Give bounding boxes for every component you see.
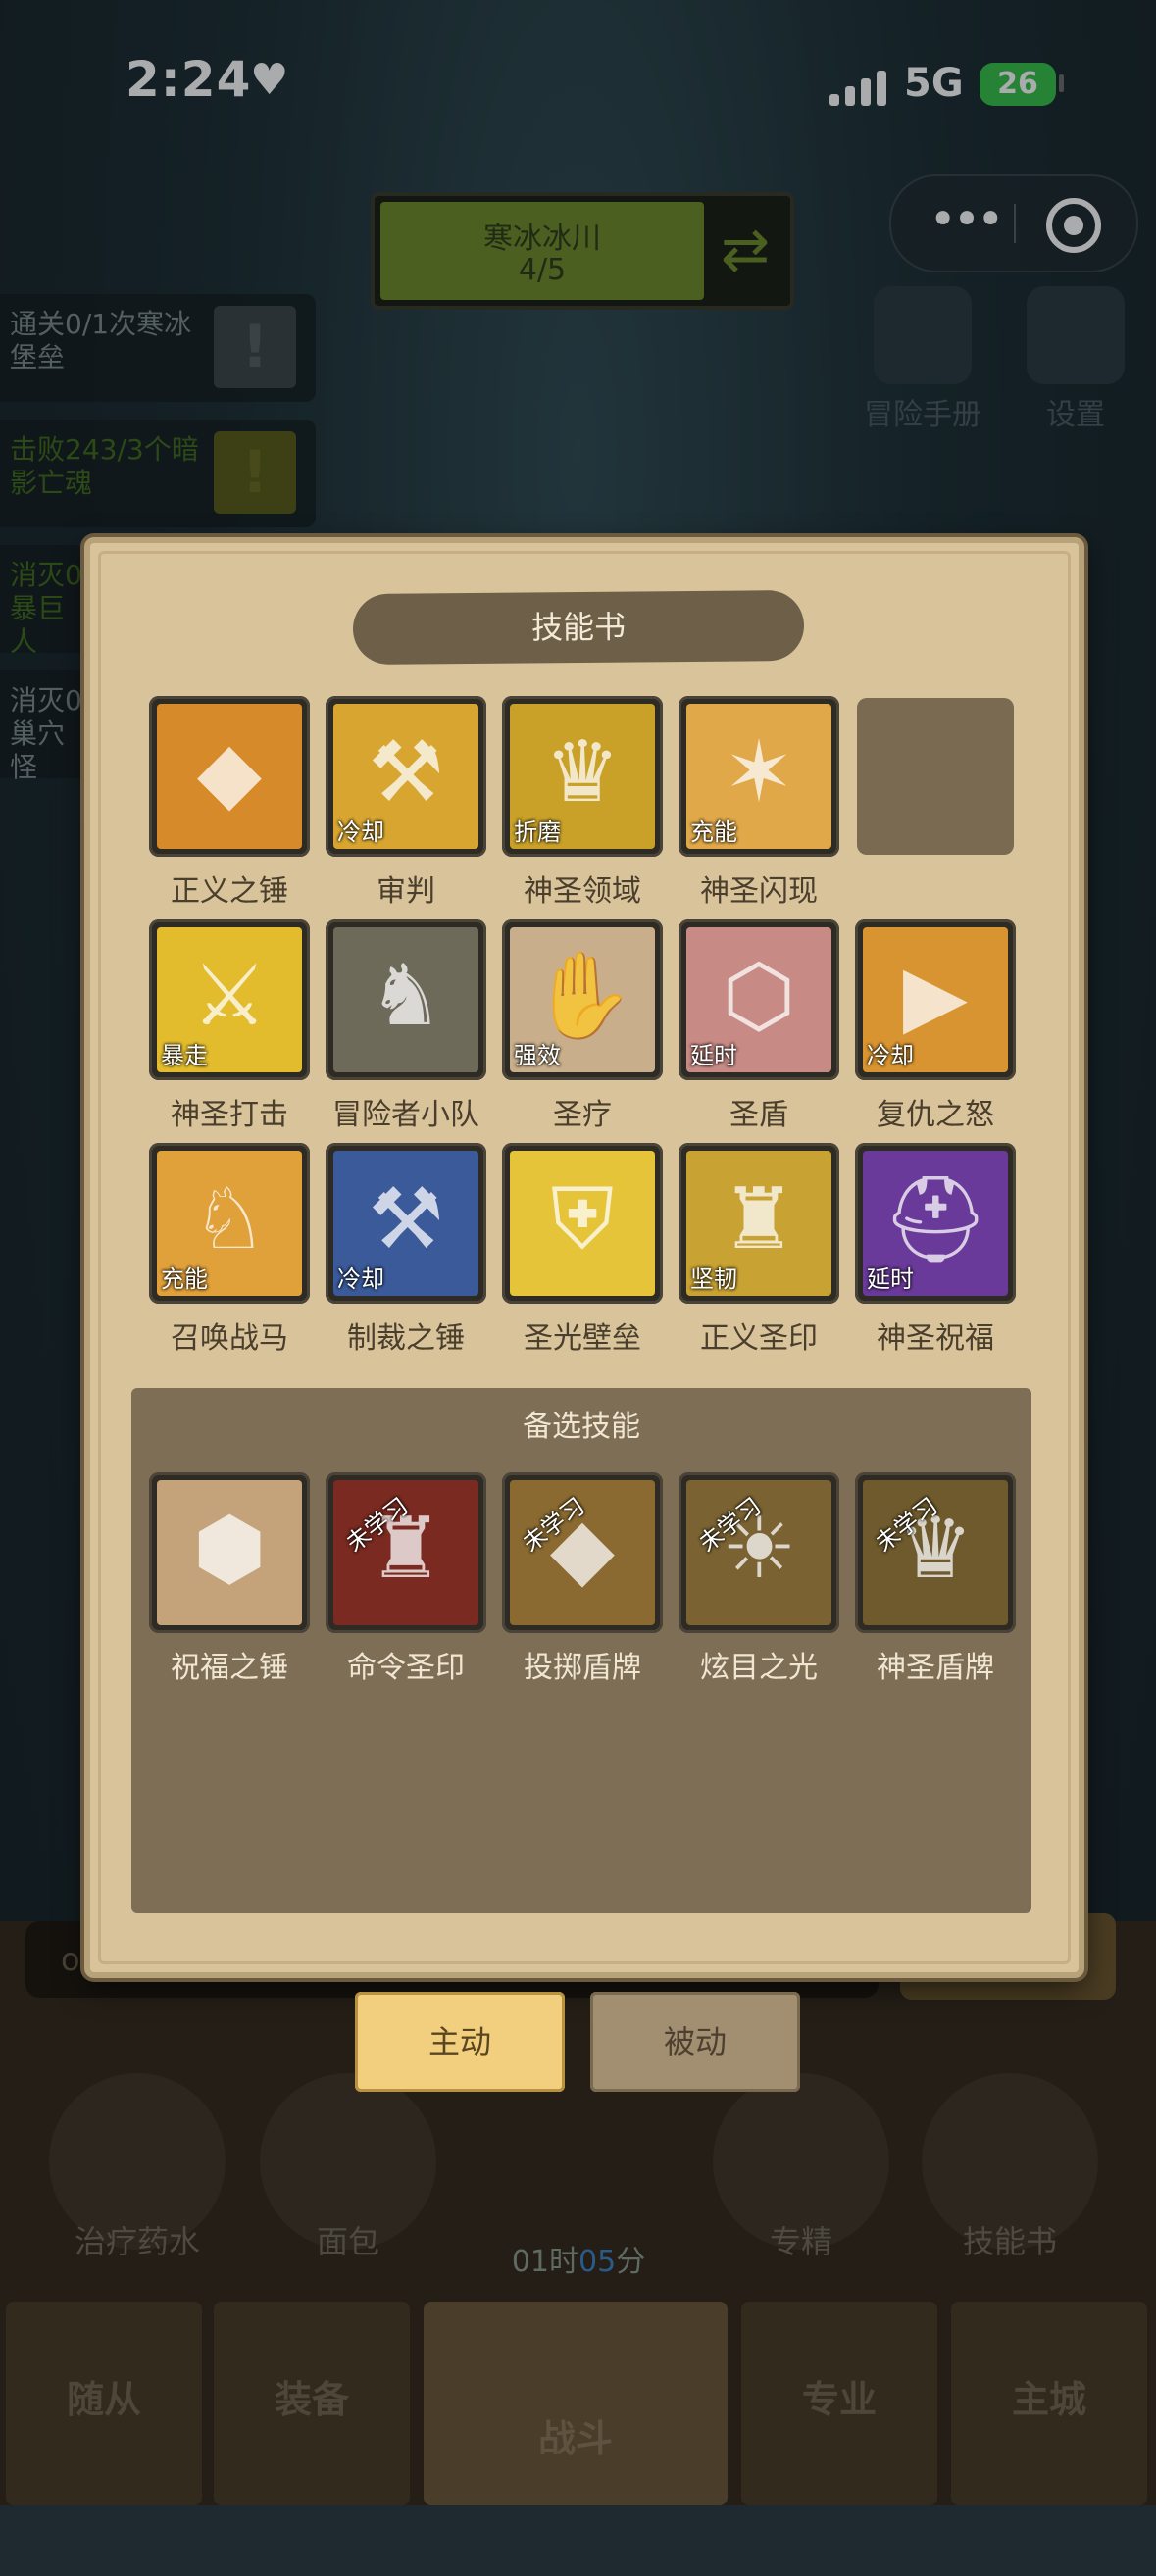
skill-name: 投掷盾牌 [524, 1651, 641, 1685]
skill-slot[interactable]: ◆ 正义之锤 [149, 696, 310, 910]
lay-on-hands-icon: ✋ 强效 [510, 927, 655, 1072]
skill-name: 制裁之锤 [347, 1321, 465, 1356]
alt-skill-slot[interactable]: ♛ 未学习 神圣盾牌 [855, 1472, 1016, 1686]
skill-slot[interactable]: ⛨ 圣光壁垒 [502, 1143, 663, 1357]
skill-slot[interactable]: ⬡ 延时 圣盾 [679, 919, 839, 1133]
skill-name: 圣光壁垒 [524, 1321, 641, 1356]
item-label: 治疗药水 [74, 2223, 200, 2260]
nav-battle[interactable]: 战斗 [424, 2302, 728, 2505]
skill-name: 召唤战马 [171, 1321, 288, 1356]
skill-name: 祝福之锤 [171, 1651, 288, 1685]
nav-main-city[interactable]: 主城 [951, 2302, 1147, 2505]
blinding-light-icon: ☀ 未学习 [686, 1480, 831, 1625]
skill-slot[interactable]: ⚒ 冷却 制裁之锤 [326, 1143, 486, 1357]
alt-skill-slot[interactable]: ☀ 未学习 炫目之光 [679, 1472, 839, 1686]
skill-slot[interactable]: ⚔ 暴走 神圣打击 [149, 919, 310, 1133]
skill-slot[interactable]: ♜ 坚韧 正义圣印 [679, 1143, 839, 1357]
blessed-hammer-icon: ⬢ [157, 1480, 302, 1625]
hammer-of-sanction-icon: ⚒ 冷却 [333, 1151, 478, 1296]
skill-name: 神圣闪现 [700, 874, 818, 909]
skill-name: 神圣祝福 [877, 1321, 994, 1356]
alternative-skills-panel: 备选技能 ⬢ 祝福之锤 ♜ 未学习 命令圣印 ◆ 未学习 投掷盾牌 ☀ 未学习 炫目之… [131, 1388, 1031, 1913]
divine-shield-icon: ⬡ 延时 [686, 927, 831, 1072]
light-bulwark-icon: ⛨ [510, 1151, 655, 1296]
summon-warhorse-icon: ♘ 充能 [157, 1151, 302, 1296]
skill-slot[interactable]: ✶ 充能 神圣闪现 [679, 696, 839, 910]
alt-skill-slot[interactable]: ♜ 未学习 命令圣印 [326, 1472, 486, 1686]
alternative-skills-title: 备选技能 [523, 1410, 640, 1444]
modal-title: 技能书 [352, 589, 805, 666]
hammer-of-justice-icon: ◆ [157, 704, 302, 849]
skill-name: 圣盾 [729, 1098, 788, 1132]
divine-blessing-icon: ⛑ 延时 [863, 1151, 1008, 1296]
skill-name: 炫目之光 [700, 1651, 818, 1685]
shield-throw-icon: ◆ 未学习 [510, 1480, 655, 1625]
skill-name: 复仇之怒 [877, 1098, 994, 1132]
empty-skill-slot[interactable] [857, 698, 1014, 855]
tab-passive-skills[interactable]: 被动 [590, 1992, 800, 2092]
skill-slot[interactable]: ♘ 充能 召唤战马 [149, 1143, 310, 1357]
seal-of-righteousness-icon: ♜ 坚韧 [686, 1151, 831, 1296]
alt-skill-slot[interactable]: ◆ 未学习 投掷盾牌 [502, 1472, 663, 1686]
holy-shield-icon: ♛ 未学习 [863, 1480, 1008, 1625]
skill-slot[interactable]: ⛑ 延时 神圣祝福 [855, 1143, 1016, 1357]
chest-timer: 01时05分 [511, 2245, 646, 2279]
skill-slot[interactable]: ▶ 冷却 复仇之怒 [855, 919, 1016, 1133]
skill-slot[interactable]: ♛ 折磨 神圣领域 [502, 696, 663, 910]
nav-profession[interactable]: 专业 [741, 2302, 937, 2505]
crusader-strike-icon: ⚔ 暴走 [157, 927, 302, 1072]
skill-name: 正义之锤 [171, 874, 288, 909]
item-label: 技能书 [962, 2223, 1057, 2260]
judgement-icon: ⚒ 冷却 [333, 704, 478, 849]
timer-minutes: 05 [578, 2245, 617, 2279]
adventurer-party-icon: ♞ [333, 927, 478, 1072]
holy-flash-icon: ✶ 充能 [686, 704, 831, 849]
skill-name: 神圣领域 [524, 874, 641, 909]
skill-slot[interactable]: ✋ 强效 圣疗 [502, 919, 663, 1133]
tab-active-skills[interactable]: 主动 [355, 1992, 565, 2092]
avenging-wrath-icon: ▶ 冷却 [863, 927, 1008, 1072]
seal-of-command-icon: ♜ 未学习 [333, 1480, 478, 1625]
consecration-icon: ♛ 折磨 [510, 704, 655, 849]
skill-slot[interactable]: ♞ 冒险者小队 [326, 919, 486, 1133]
skill-name: 命令圣印 [347, 1651, 465, 1685]
skillbook-modal: 技能书 ◆ 正义之锤 ⚒ 冷却 审判 ♛ 折磨 神圣领域 ✶ 充能 神圣闪现 ⚔ 暴走 … [84, 537, 1084, 1978]
skill-name: 审判 [377, 874, 435, 909]
skill-name: 神圣打击 [171, 1098, 288, 1132]
skill-name: 冒险者小队 [332, 1098, 479, 1132]
skill-slot[interactable]: ⚒ 冷却 审判 [326, 696, 486, 910]
nav-followers[interactable]: 随从 [6, 2302, 202, 2505]
alt-skill-slot[interactable]: ⬢ 祝福之锤 [149, 1472, 310, 1686]
item-label: 专精 [769, 2223, 832, 2260]
skill-name: 神圣盾牌 [877, 1651, 994, 1685]
skill-name: 正义圣印 [700, 1321, 818, 1356]
skill-name: 圣疗 [553, 1098, 612, 1132]
item-label: 面包 [316, 2223, 379, 2260]
nav-equipment[interactable]: 装备 [214, 2302, 410, 2505]
